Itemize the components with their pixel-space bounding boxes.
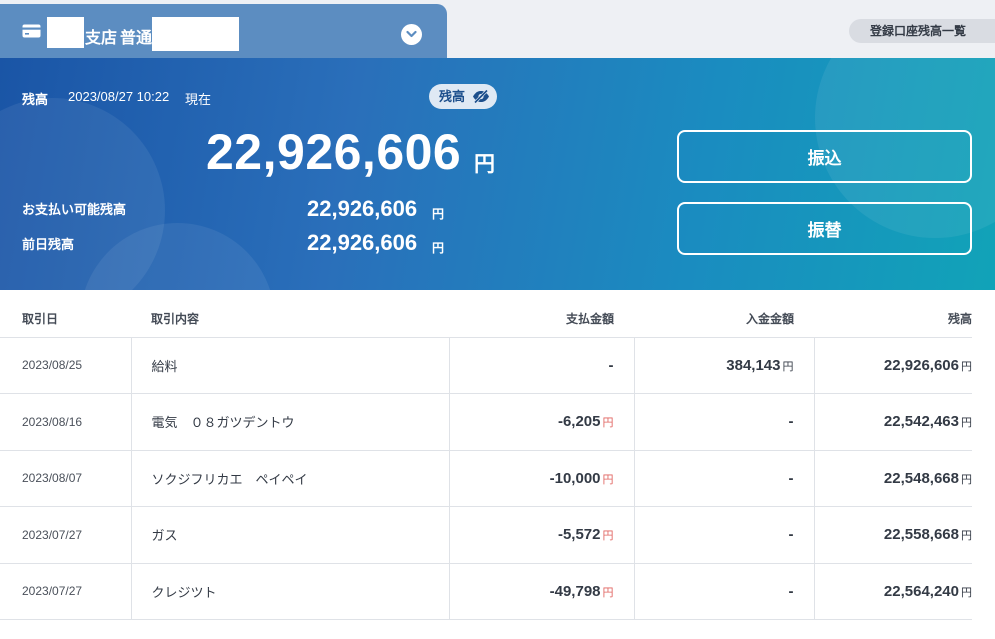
account-selector[interactable]: 支店 普通	[0, 4, 447, 58]
row-deposit: -	[633, 563, 814, 620]
table-header-row: 取引日 取引内容 支払金額 入金金額 残高	[0, 296, 972, 338]
yen-unit: 円	[602, 417, 614, 430]
withdrawal-amount: -10,000	[549, 469, 601, 487]
row-description: 電気 ０８ガツデントウ	[130, 393, 449, 451]
yen-unit: 円	[961, 530, 972, 543]
balance-amount: 22,542,463	[883, 413, 959, 431]
row-balance: 22,548,668 円	[813, 450, 972, 507]
header-date: 取引日	[0, 296, 131, 338]
balance-datetime: 2023/08/27 10:22	[68, 89, 170, 104]
credit-card-icon	[22, 24, 41, 38]
withdrawal-amount: -49,798	[549, 582, 601, 600]
row-deposit: -	[633, 450, 814, 507]
previous-balance-amount: 22,926,606	[307, 230, 418, 255]
header-deposit: 入金金額	[634, 296, 814, 338]
eye-off-icon	[473, 89, 489, 104]
redacted-branch-name	[47, 17, 84, 48]
balance-panel: 残高 2023/08/27 10:22 現在 残高 22,926,606 円 お…	[0, 58, 995, 290]
previous-balance-label: 前日残高	[22, 237, 75, 252]
account-type-label: 普通	[120, 30, 153, 47]
row-date: 2023/07/27	[0, 506, 131, 564]
row-deposit: 384,143 円	[633, 337, 814, 394]
balance-amount: 22,926,606	[883, 356, 959, 374]
row-date: 2023/07/27	[0, 563, 131, 620]
table-row[interactable]: 2023/08/07 ソクジフリカエ ペイペイ -10,000 円 - 22,54…	[0, 450, 972, 507]
row-withdrawal: -6,205 円	[448, 393, 634, 451]
balance-amount: 22,548,668	[883, 469, 959, 487]
header-description: 取引内容	[131, 296, 449, 338]
row-withdrawal: -5,572 円	[448, 506, 634, 564]
account-dropdown-button[interactable]	[401, 24, 422, 45]
yen-unit: 円	[961, 586, 972, 599]
table-row[interactable]: 2023/07/27 ガス -5,572 円 - 22,558,668 円	[0, 506, 972, 564]
available-balance-currency: 円	[432, 207, 445, 221]
deposit-amount: 384,143	[726, 356, 781, 374]
row-balance: 22,564,240 円	[813, 563, 972, 620]
row-description: 給料	[130, 337, 449, 394]
balance-amount: 22,564,240	[883, 582, 959, 600]
row-description: ガス	[130, 506, 449, 564]
table-row[interactable]: 2023/08/25 給料 - 384,143 円 22,926,606 円	[0, 337, 972, 394]
balance-visibility-toggle[interactable]: 残高	[429, 84, 497, 109]
row-date: 2023/08/07	[0, 450, 131, 507]
row-withdrawal: -10,000 円	[448, 450, 634, 507]
available-balance-label: お支払い可能残高	[22, 202, 127, 217]
account-balance-list-button[interactable]: 登録口座残高一覧	[849, 19, 995, 43]
withdrawal-amount: -5,572	[557, 526, 601, 544]
yen-unit: 円	[961, 473, 972, 486]
yen-unit: 円	[961, 360, 972, 373]
row-date: 2023/08/16	[0, 393, 131, 451]
row-deposit: -	[633, 506, 814, 564]
previous-balance-currency: 円	[432, 241, 445, 255]
row-balance: 22,926,606 円	[813, 337, 972, 394]
redacted-account-number	[152, 17, 239, 51]
withdrawal-amount: -6,205	[557, 413, 601, 431]
yen-unit: 円	[782, 360, 794, 373]
header-withdrawal: 支払金額	[449, 296, 634, 338]
header-balance: 残高	[814, 296, 972, 338]
chevron-down-icon	[406, 30, 417, 38]
row-description: クレジツト	[130, 563, 449, 620]
row-balance: 22,558,668 円	[813, 506, 972, 564]
balance-as-of: 現在	[185, 92, 212, 107]
row-date: 2023/08/25	[0, 337, 131, 394]
row-withdrawal: -49,798 円	[448, 563, 634, 620]
balance-label: 残高	[22, 92, 49, 107]
current-balance-currency: 円	[474, 153, 495, 176]
table-row[interactable]: 2023/07/27 クレジツト -49,798 円 - 22,564,240 円	[0, 563, 972, 620]
top-bar: 支店 普通 登録口座残高一覧	[0, 0, 995, 58]
available-balance-amount: 22,926,606	[307, 196, 418, 221]
transfer-button[interactable]: 振込	[677, 130, 972, 183]
table-row[interactable]: 2023/08/16 電気 ０８ガツデントウ -6,205 円 - 22,542,…	[0, 393, 972, 451]
row-balance: 22,542,463 円	[813, 393, 972, 451]
yen-unit: 円	[602, 473, 614, 486]
row-withdrawal: -	[448, 337, 634, 394]
transaction-table: 取引日 取引内容 支払金額 入金金額 残高 2023/08/25 給料 - 38…	[0, 296, 972, 620]
current-balance-amount: 22,926,606	[206, 124, 462, 180]
account-transfer-button[interactable]: 振替	[677, 202, 972, 255]
account-branch-label: 支店	[85, 30, 118, 47]
row-deposit: -	[633, 393, 814, 451]
toggle-label: 残高	[439, 89, 466, 104]
yen-unit: 円	[602, 586, 614, 599]
balance-amount: 22,558,668	[883, 526, 959, 544]
yen-unit: 円	[602, 530, 614, 543]
yen-unit: 円	[961, 417, 972, 430]
row-description: ソクジフリカエ ペイペイ	[130, 450, 449, 507]
